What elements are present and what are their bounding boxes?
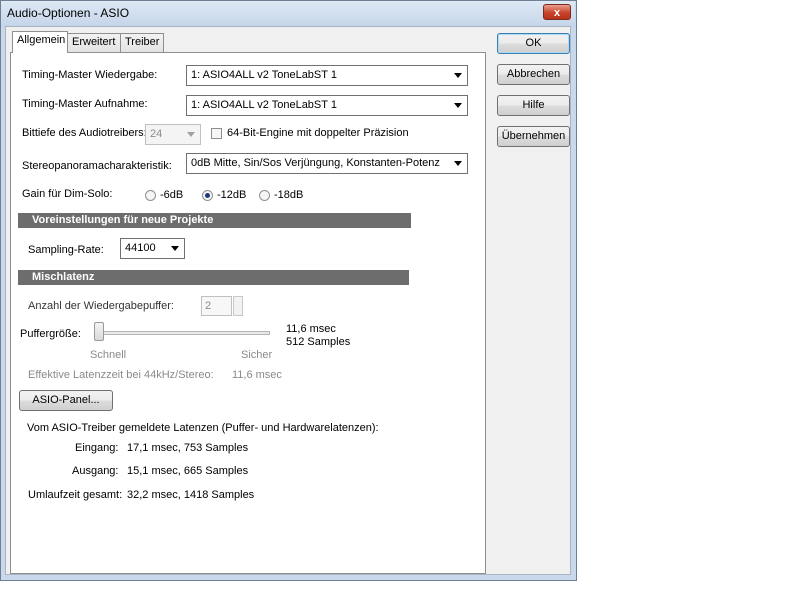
dimsolo-label: Gain für Dim-Solo: [22, 188, 113, 200]
buffersize-msec: 11,6 msec [286, 323, 336, 335]
reported-latencies-heading: Vom ASIO-Treiber gemeldete Latenzen (Puf… [27, 422, 379, 434]
input-latency-label: Eingang: [75, 442, 119, 454]
tab-treiber[interactable]: Treiber [120, 33, 164, 52]
chevron-down-icon [454, 73, 462, 78]
roundtrip-latency-value: 32,2 msec, 1418 Samples [127, 489, 255, 501]
sampling-rate-select[interactable]: 44100 [120, 238, 185, 259]
engine64-label: 64-Bit-Engine mit doppelter Präzision [227, 127, 409, 139]
slider-min-label: Schnell [90, 349, 127, 361]
timing-playback-value: 1: ASIO4ALL v2 ToneLabST 1 [191, 69, 337, 81]
chevron-down-icon [171, 246, 179, 251]
dimsolo-radio-18db[interactable] [259, 190, 270, 201]
engine64-checkbox[interactable] [211, 128, 222, 139]
bitdepth-value: 24 [150, 128, 163, 140]
chevron-down-icon [454, 103, 462, 108]
stereo-pan-select[interactable]: 0dB Mitte, Sin/Sos Verjüngung, Konstante… [186, 153, 468, 174]
timing-record-value: 1: ASIO4ALL v2 ToneLabST 1 [191, 99, 337, 111]
buffersize-samples: 512 Samples [286, 336, 351, 348]
buffersize-slider-track[interactable] [94, 331, 270, 335]
sampling-rate-value: 44100 [125, 242, 156, 254]
help-button[interactable]: Hilfe [497, 95, 570, 116]
tab-erweitert[interactable]: Erweitert [67, 33, 121, 52]
buffers-label: Anzahl der Wiedergabepuffer: [28, 300, 174, 312]
timing-record-label: Timing-Master Aufnahme: [22, 98, 148, 110]
dimsolo-option-12db: -12dB [217, 189, 247, 201]
chevron-down-icon [187, 132, 195, 137]
close-button[interactable]: x [543, 4, 571, 20]
buffersize-slider-thumb[interactable] [94, 322, 104, 341]
asio-panel-button[interactable]: ASIO-Panel... [19, 390, 113, 411]
dimsolo-option-18db: -18dB [274, 189, 304, 201]
cancel-button[interactable]: Abbrechen [497, 64, 570, 85]
tab-allgemein[interactable]: Allgemein [12, 31, 68, 53]
stereo-pan-value: 0dB Mitte, Sin/Sos Verjüngung, Konstante… [191, 157, 440, 169]
roundtrip-latency-label: Umlaufzeit gesamt: [28, 489, 123, 501]
section-heading-mix-latency: Mischlatenz [18, 270, 409, 285]
buffers-input[interactable]: 2 [201, 296, 232, 316]
stereo-pan-label: Stereopanoramacharakteristik: [22, 160, 172, 172]
dimsolo-radio-12db[interactable] [202, 190, 213, 201]
chevron-down-icon [454, 161, 462, 166]
output-latency-label: Ausgang: [72, 465, 119, 477]
timing-record-select[interactable]: 1: ASIO4ALL v2 ToneLabST 1 [186, 95, 468, 116]
ok-button[interactable]: OK [497, 33, 570, 54]
dimsolo-radio-6db[interactable] [145, 190, 156, 201]
timing-playback-select[interactable]: 1: ASIO4ALL v2 ToneLabST 1 [186, 65, 468, 86]
effective-latency-value: 11,6 msec [232, 369, 282, 381]
dimsolo-option-6db: -6dB [160, 189, 184, 201]
bitdepth-select[interactable]: 24 [145, 124, 201, 145]
apply-button[interactable]: Übernehmen [497, 126, 570, 147]
slider-max-label: Sicher [241, 349, 273, 361]
section-heading-project-defaults: Voreinstellungen für neue Projekte [18, 213, 411, 228]
bitdepth-label: Bittiefe des Audiotreibers: [22, 127, 147, 139]
timing-playback-label: Timing-Master Wiedergabe: [22, 69, 158, 81]
buffers-stepper[interactable] [233, 296, 243, 316]
buffersize-label: Puffergröße: [20, 328, 81, 340]
input-latency-value: 17,1 msec, 753 Samples [127, 442, 249, 454]
window-title: Audio-Optionen - ASIO [7, 6, 130, 20]
effective-latency-label: Effektive Latenzzeit bei 44kHz/Stereo: [28, 369, 214, 381]
sampling-rate-label: Sampling-Rate: [28, 244, 104, 256]
output-latency-value: 15,1 msec, 665 Samples [127, 465, 249, 477]
